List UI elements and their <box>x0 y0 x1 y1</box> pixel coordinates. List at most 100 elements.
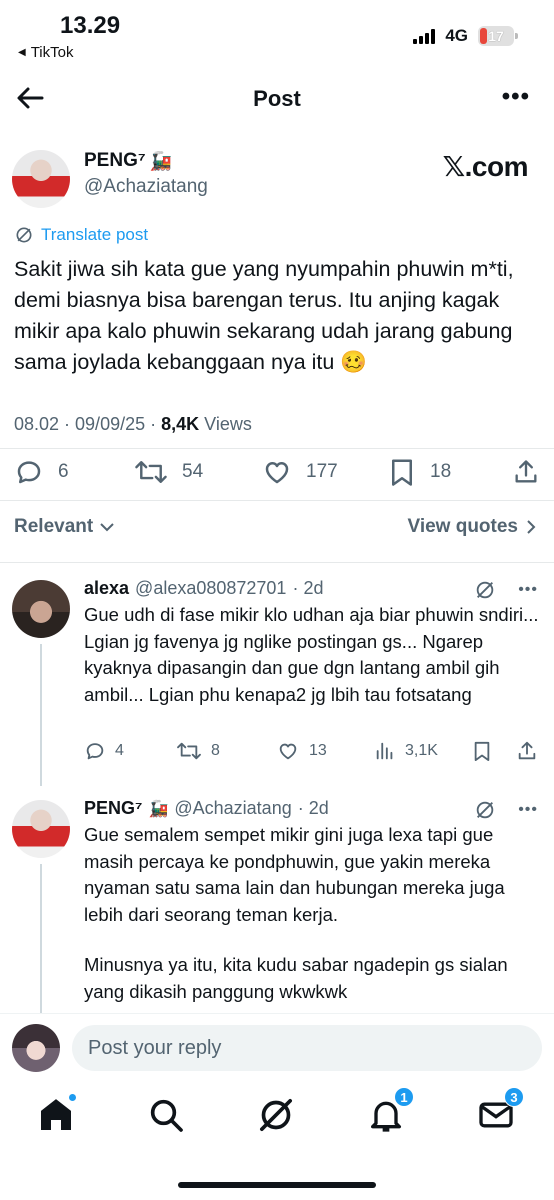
views-count: 8,4K <box>161 414 200 434</box>
status-bar: 13.29 ◀ TikTok 4G 17 <box>0 0 554 68</box>
repost-icon <box>177 742 201 760</box>
share-icon <box>518 741 536 760</box>
back-to-app-link[interactable]: ◀ TikTok <box>18 44 73 61</box>
reply-count: 6 <box>58 461 69 482</box>
bookmark-icon <box>392 459 412 486</box>
reply-like-count: 13 <box>309 742 327 759</box>
translate-post-button[interactable]: Translate post <box>14 225 148 245</box>
reply-reply-button[interactable]: 4 <box>84 740 124 762</box>
sort-relevant-dropdown[interactable]: Relevant <box>14 516 115 538</box>
reply-text-continued: Minusnya ya itu, kita kudu sabar ngadepi… <box>84 954 508 1002</box>
reply-avatar-peng[interactable] <box>12 800 70 858</box>
tab-messages[interactable]: 3 <box>476 1087 524 1135</box>
battery-icon: 17 <box>478 26 518 46</box>
view-quotes-label: View quotes <box>407 516 518 537</box>
reply-share-button[interactable] <box>516 740 538 762</box>
xcom-watermark: 𝕏.com <box>442 151 529 182</box>
author-name: PENG⁷ <box>84 150 146 171</box>
repost-button[interactable]: 54 <box>134 457 203 487</box>
tab-notifications[interactable]: 1 <box>366 1087 414 1135</box>
reply-avatar-alexa[interactable] <box>12 580 70 638</box>
signal-icon <box>413 28 436 44</box>
tab-grok[interactable] <box>256 1095 296 1135</box>
reply-repost-count: 8 <box>211 742 220 759</box>
heart-icon <box>265 462 289 484</box>
reply-more-icon[interactable]: ••• <box>518 581 538 599</box>
reply-author-name: PENG⁷ <box>84 798 143 818</box>
translate-icon <box>16 227 32 243</box>
back-app-label: TikTok <box>30 44 74 61</box>
bookmark-button[interactable]: 18 <box>388 457 451 487</box>
reply-reply-count: 4 <box>115 742 124 759</box>
divider <box>0 448 554 449</box>
heart-icon <box>279 743 297 760</box>
translate-label: Translate post <box>41 225 149 244</box>
current-user-avatar <box>12 1024 60 1072</box>
grok-icon <box>260 1099 292 1131</box>
author-name-row[interactable]: PENG⁷ 🚂 <box>84 150 172 172</box>
reply-time: · 2d <box>292 578 324 598</box>
share-icon <box>515 460 537 483</box>
reply-more-icon[interactable]: ••• <box>518 801 538 819</box>
view-quotes-link[interactable]: View quotes <box>407 516 536 538</box>
reply-text: Gue udh di fase mikir klo udhan aja biar… <box>84 604 539 705</box>
repost-icon <box>135 461 167 483</box>
reply-author-name: alexa <box>84 578 130 598</box>
notifications-badge: 1 <box>394 1087 414 1107</box>
bookmark-icon <box>474 741 490 761</box>
thread-line <box>40 644 42 786</box>
reply-text: Gue semalem sempet mikir gini juga lexa … <box>84 824 505 925</box>
share-button[interactable] <box>512 457 540 487</box>
post-timestamp: 08.02 · 09/09/25 · <box>14 414 162 434</box>
search-icon <box>150 1099 183 1132</box>
network-label: 4G <box>445 26 468 45</box>
post-body-text: Sakit jiwa sih kata gue yang nyumpahin p… <box>14 257 514 374</box>
reply-header[interactable]: PENG⁷ 🚂 @Achaziatang · 2d <box>84 798 329 819</box>
tab-home[interactable] <box>36 1093 77 1135</box>
reply-header[interactable]: alexa @alexa080872701 · 2d <box>84 578 323 599</box>
home-notification-dot <box>68 1093 77 1102</box>
reply-views-count: 3,1K <box>405 742 438 759</box>
reply-icon <box>17 461 41 484</box>
reply-header-icons: ••• <box>474 799 538 821</box>
train-emoji: 🚂 <box>149 150 173 171</box>
like-count: 177 <box>306 461 338 482</box>
grok-icon[interactable] <box>474 579 496 601</box>
chevron-down-icon <box>100 523 114 532</box>
status-indicators: 4G 17 <box>413 26 518 46</box>
author-handle[interactable]: @Achaziatang <box>84 176 208 198</box>
reply-button[interactable]: 6 <box>14 457 69 487</box>
reply-author-handle: @alexa080872701 <box>135 578 287 598</box>
train-emoji: 🚂 <box>148 800 169 818</box>
status-time: 13.29 <box>60 12 121 39</box>
reply-time: · 2d <box>297 798 329 818</box>
divider <box>0 562 554 563</box>
like-button[interactable]: 177 <box>262 457 338 487</box>
more-options-icon[interactable]: ••• <box>502 85 530 109</box>
reply-input[interactable]: Post your reply <box>72 1025 542 1071</box>
reply-bookmark-button[interactable] <box>472 740 492 762</box>
reply-author-handle: @Achaziatang <box>174 798 292 818</box>
reply-icon <box>86 743 104 760</box>
grok-icon[interactable] <box>474 799 496 821</box>
reply-views-button[interactable]: 3,1K <box>374 740 438 762</box>
post-header: Post ••• <box>0 72 554 126</box>
divider <box>0 500 554 501</box>
battery-level: 17 <box>488 28 504 44</box>
thread-line <box>40 864 42 1014</box>
reply-like-button[interactable]: 13 <box>276 740 327 762</box>
author-avatar[interactable] <box>12 150 70 208</box>
back-triangle-icon: ◀ <box>18 47 26 58</box>
repost-count: 54 <box>182 461 204 482</box>
sort-label: Relevant <box>14 516 94 537</box>
post-meta: 08.02 · 09/09/25 · 8,4K Views <box>14 414 252 435</box>
bookmark-count: 18 <box>430 461 452 482</box>
post-actions: 6 54 177 18 <box>0 455 554 491</box>
tab-search[interactable] <box>146 1095 186 1135</box>
messages-badge: 3 <box>504 1087 524 1107</box>
reply-header-icons: ••• <box>474 579 538 601</box>
reply-repost-button[interactable]: 8 <box>176 740 220 762</box>
home-indicator <box>178 1182 376 1188</box>
views-label: Views <box>199 414 252 434</box>
analytics-icon <box>376 742 393 760</box>
